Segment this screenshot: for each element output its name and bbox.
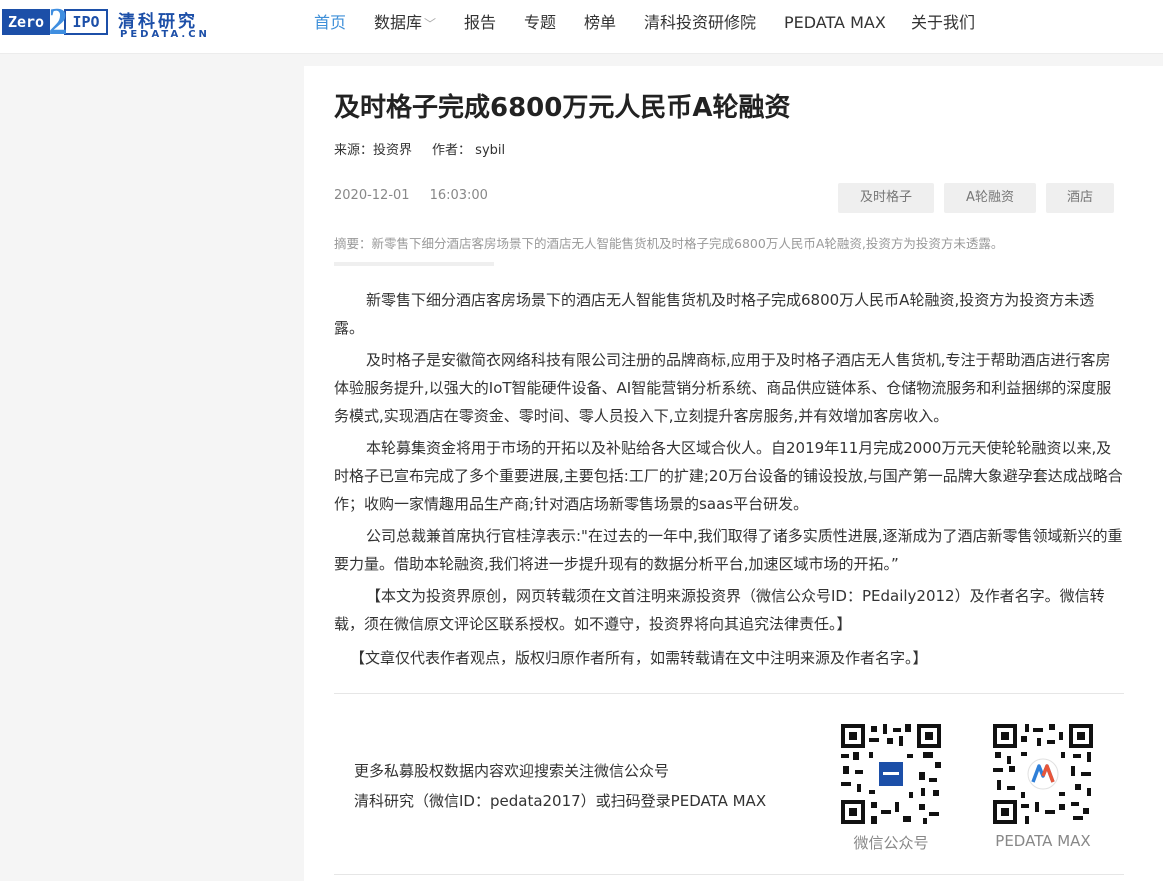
section-divider [334, 693, 1124, 694]
nav-item-reports[interactable]: 报告 [464, 0, 496, 46]
article-author-label: 作者： [432, 143, 472, 158]
logo-mark: Zero IPO 2 [2, 2, 108, 42]
nav-item-rankings[interactable]: 榜单 [584, 0, 616, 46]
follow-line-1: 更多私募股权数据内容欢迎搜索关注微信公众号 [354, 762, 670, 780]
article-paragraph-2: 及时格子是安徽简衣网络科技有限公司注册的品牌商标,应用于及时格子酒店无人售货机,… [334, 351, 1112, 425]
summary-divider [334, 262, 494, 266]
article-meta: 来源：投资界 作者： sybil [334, 139, 505, 158]
article-paragraph-1: 新零售下细分酒店客房场景下的酒店无人智能售货机及时格子完成6800万人民币A轮融… [334, 291, 1095, 337]
article-title: 及时格子完成6800万元人民币A轮融资 [334, 93, 791, 123]
article-paragraph-3: 本轮募集资金将用于市场的开拓以及补贴给各大区域合伙人。自2019年11月完成20… [334, 439, 1123, 513]
article-datetime: 2020-12-01 16:03:00 [334, 188, 488, 203]
bottom-divider [334, 874, 1124, 875]
tag-jishigezi[interactable]: 及时格子 [838, 183, 934, 213]
nav-item-institute[interactable]: 清科投资研修院 [644, 0, 756, 46]
zero2ipo-logo[interactable]: Zero IPO 2 清科研究 PEDATA.CN [2, 2, 214, 42]
wechat-qr-icon[interactable] [839, 722, 943, 826]
article-time: 16:03:00 [429, 188, 488, 203]
nav-item-database[interactable]: 数据库 ﹀ [374, 0, 436, 46]
article-source: 来源：投资界 [334, 143, 413, 158]
wechat-qr-label: 微信公众号 [853, 834, 929, 852]
pedata-max-qr-icon[interactable] [991, 722, 1095, 826]
chevron-down-icon: ﹀ [424, 17, 437, 31]
tag-a-round[interactable]: A轮融资 [944, 183, 1036, 213]
article-paragraph-4: 公司总裁兼首席执行官桂淳表示:"在过去的一年中,我们取得了诸多实质性进展,逐渐成… [334, 527, 1123, 573]
nav-item-home[interactable]: 首页 [314, 0, 346, 46]
top-header: Zero IPO 2 清科研究 PEDATA.CN 首页 数据库 ﹀ 报告 专题 … [0, 0, 1163, 54]
nav-item-pedata-max[interactable]: PEDATA MAX [784, 0, 886, 46]
disclaimer-notice: 【文章仅代表作者观点，版权归原作者所有，如需转载请在文中注明来源及作者名字。】 [350, 649, 928, 667]
article-date: 2020-12-01 [334, 188, 410, 203]
logo-2-text: 2 [48, 1, 68, 43]
article-summary: 摘要：新零售下细分酒店客房场景下的酒店无人智能售货机及时格子完成6800万人民币… [334, 236, 1004, 251]
copyright-notice: 【本文为投资界原创，网页转载须在文首注明来源投资界（微信公众号ID：PEdail… [334, 587, 1105, 633]
logo-en-text: PEDATA.CN [120, 29, 210, 40]
nav-item-database-label: 数据库 [374, 13, 423, 32]
follow-line-2: 清科研究（微信ID：pedata2017）或扫码登录PEDATA MAX [354, 792, 767, 810]
pedata-max-qr-label: PEDATA MAX [995, 832, 1091, 850]
nav-item-about[interactable]: 关于我们 [911, 0, 975, 46]
nav-item-topics[interactable]: 专题 [524, 0, 556, 46]
article-author[interactable]: sybil [475, 143, 505, 158]
tag-hotel[interactable]: 酒店 [1046, 183, 1114, 213]
